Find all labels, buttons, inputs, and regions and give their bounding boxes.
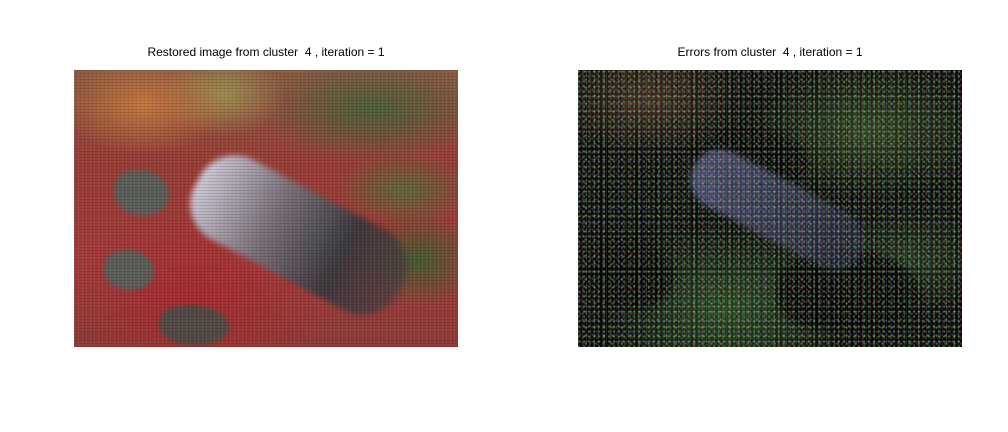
restored-image: [74, 70, 458, 347]
restored-image-title: Restored image from cluster 4 , iteratio…: [147, 45, 385, 59]
errors-image: [578, 70, 962, 347]
errors-image-title: Errors from cluster 4 , iteration = 1: [677, 45, 863, 59]
